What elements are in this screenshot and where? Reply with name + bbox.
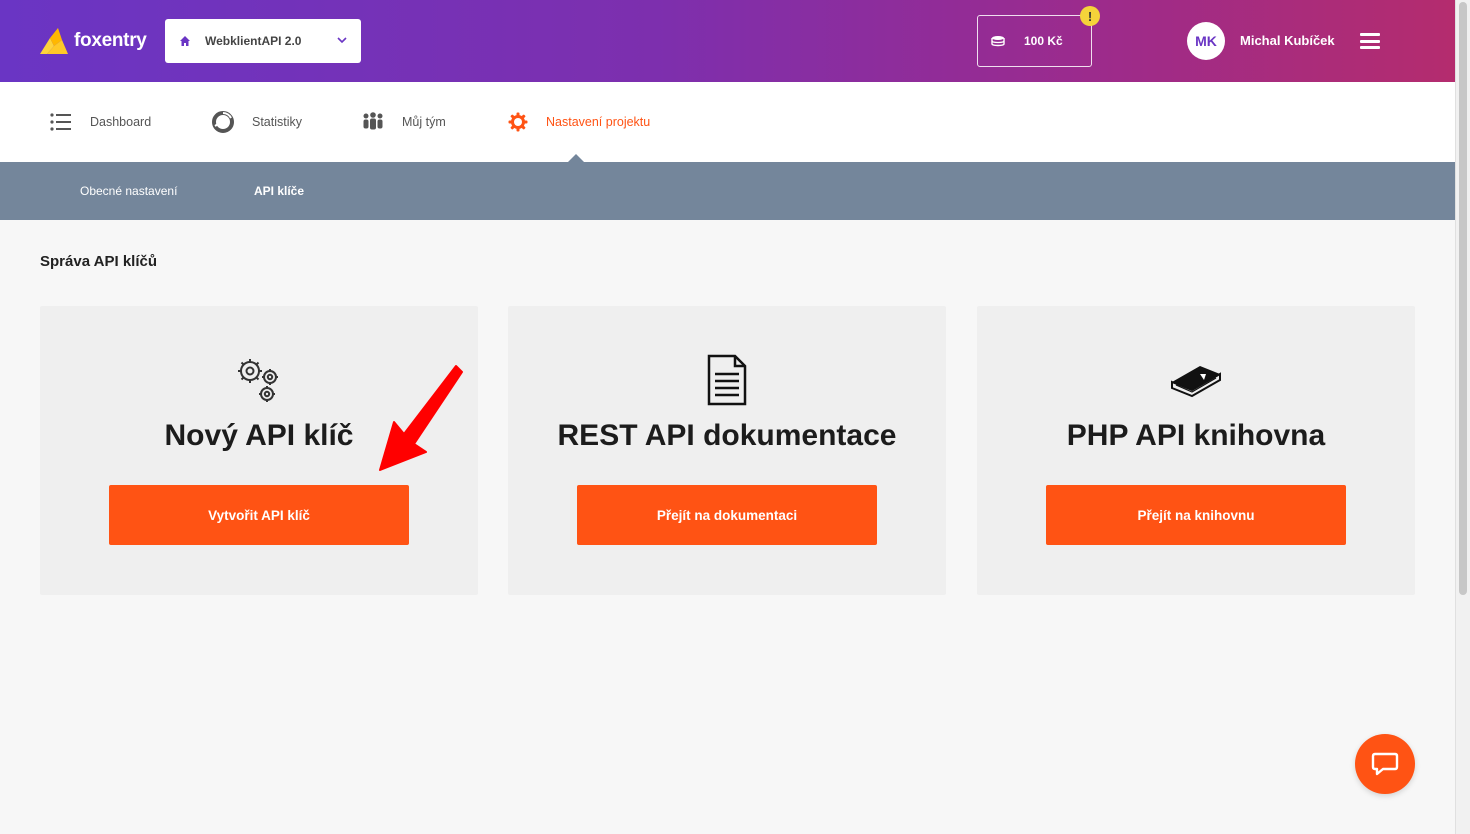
document-icon xyxy=(707,354,747,406)
tab-obecne-nastaveni[interactable]: Obecné nastavení xyxy=(80,184,177,198)
nav-item-dashboard[interactable]: Dashboard xyxy=(50,82,151,162)
nav-label: Můj tým xyxy=(402,115,446,129)
scroll-thumb[interactable] xyxy=(1459,2,1467,595)
active-nav-pointer xyxy=(568,154,584,162)
scrollbar[interactable] xyxy=(1455,0,1470,834)
card-title: REST API dokumentace xyxy=(557,419,897,452)
logo-mark-icon xyxy=(40,28,68,54)
page-title: Správa API klíčů xyxy=(40,253,157,270)
nav-item-statistiky[interactable]: Statistiky xyxy=(212,82,302,162)
card-rest-api-docs: REST API dokumentace Přejít na dokumenta… xyxy=(508,306,946,595)
gear-icon xyxy=(508,112,528,132)
logo-text: foxentry xyxy=(74,30,147,51)
card-php-library: PHP API knihovna Přejít na knihovnu xyxy=(977,306,1415,595)
chat-icon xyxy=(1371,752,1399,776)
chat-button[interactable] xyxy=(1355,734,1415,794)
top-header: foxentry WebklientAPI 2.0 100 Kč ! MK Mi… xyxy=(0,0,1455,82)
red-arrow-icon xyxy=(379,365,463,471)
home-icon xyxy=(180,36,190,46)
user-name[interactable]: Michal Kubíček xyxy=(1240,33,1335,48)
pie-chart-icon xyxy=(212,111,234,133)
avatar[interactable]: MK xyxy=(1187,22,1225,60)
credit-balance[interactable]: 100 Kč xyxy=(977,15,1092,67)
menu-icon[interactable] xyxy=(1360,33,1380,49)
nav-label: Dashboard xyxy=(90,115,152,129)
main-navigation: Dashboard Statistiky Můj tým Nastavení p… xyxy=(0,82,1455,162)
nav-item-muj-tym[interactable]: Můj tým xyxy=(362,82,446,162)
list-icon xyxy=(50,113,71,131)
card-title: PHP API knihovna xyxy=(1066,419,1326,452)
go-to-library-button[interactable]: Přejít na knihovnu xyxy=(1046,485,1346,545)
nav-item-nastaveni-projektu[interactable]: Nastavení projektu xyxy=(508,82,650,162)
foxentry-logo[interactable]: foxentry xyxy=(40,28,147,54)
chevron-down-icon xyxy=(337,37,347,44)
warning-icon[interactable]: ! xyxy=(1080,6,1100,26)
project-selector[interactable]: WebklientAPI 2.0 xyxy=(165,19,361,63)
credit-amount: 100 Kč xyxy=(1024,34,1063,48)
book-icon xyxy=(1171,366,1221,398)
go-to-docs-button[interactable]: Přejít na dokumentaci xyxy=(577,485,877,545)
nav-label: Nastavení projektu xyxy=(546,115,651,129)
gears-icon xyxy=(238,359,278,402)
create-api-key-button[interactable]: Vytvořit API klíč xyxy=(109,485,409,545)
sub-navigation: Obecné nastavení API klíče xyxy=(0,162,1455,220)
tab-api-klice[interactable]: API klíče xyxy=(254,184,304,198)
nav-label: Statistiky xyxy=(252,115,303,129)
team-icon xyxy=(363,112,383,130)
project-name: WebklientAPI 2.0 xyxy=(205,34,302,48)
coins-icon xyxy=(991,36,1005,47)
